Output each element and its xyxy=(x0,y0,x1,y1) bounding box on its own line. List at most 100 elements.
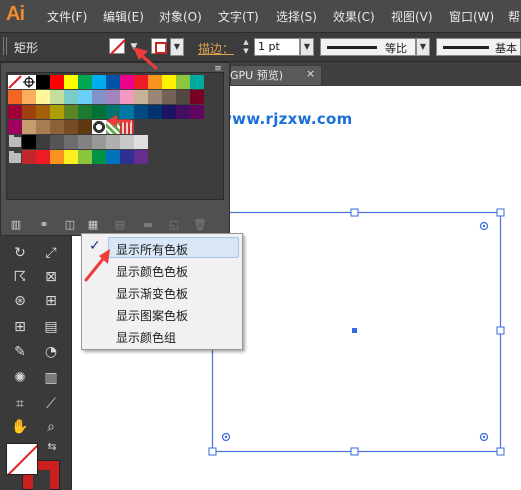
mesh-tool-icon[interactable]: ⊞ xyxy=(9,316,31,338)
stroke-weight-dropdown-icon[interactable]: ▼ xyxy=(300,38,314,56)
swatch-cell[interactable] xyxy=(22,120,36,134)
warp-tool-icon[interactable]: ☈ xyxy=(9,266,31,288)
pattern-swatch-cell[interactable] xyxy=(120,120,134,134)
swatch-cell[interactable] xyxy=(36,75,50,89)
menu-item-show-color-groups[interactable]: 显示颜色组 xyxy=(116,329,176,346)
swatch-cell[interactable] xyxy=(134,90,148,104)
selected-rectangle[interactable] xyxy=(205,205,517,460)
swatch-cell[interactable] xyxy=(22,90,36,104)
place-swatches-icon[interactable]: ◫ xyxy=(62,218,78,232)
swatch-cell[interactable] xyxy=(190,90,204,104)
swatch-cell[interactable] xyxy=(36,150,50,164)
swatch-cell[interactable] xyxy=(106,105,120,119)
swatch-cell[interactable] xyxy=(50,135,64,149)
stroke-weight-stepper-icon[interactable]: ▲ ▼ xyxy=(241,38,251,56)
swatch-cell[interactable] xyxy=(8,105,22,119)
menu-type[interactable]: 文字(T) xyxy=(218,8,259,25)
menu-file[interactable]: 文件(F) xyxy=(47,8,87,25)
swatch-cell[interactable] xyxy=(50,105,64,119)
swatch-cell[interactable] xyxy=(50,75,64,89)
swatch-cell[interactable] xyxy=(78,135,92,149)
swatch-cell[interactable] xyxy=(8,90,22,104)
swatch-cell[interactable] xyxy=(36,90,50,104)
swatch-cell[interactable] xyxy=(22,105,36,119)
show-swatch-kinds-icon[interactable]: ▦ xyxy=(85,218,101,232)
slice-tool-icon[interactable]: ⟋ xyxy=(40,393,62,415)
swatch-cell[interactable] xyxy=(92,135,106,149)
swatch-cell[interactable] xyxy=(134,105,148,119)
add-to-library-icon[interactable]: ⚭ xyxy=(36,218,52,232)
swatch-cell[interactable] xyxy=(36,120,50,134)
swatch-group-folder-icon[interactable] xyxy=(9,151,21,163)
swatch-cell[interactable] xyxy=(64,90,78,104)
swatch-cell[interactable] xyxy=(120,90,134,104)
menu-item-show-gradient-swatches[interactable]: 显示渐变色板 xyxy=(116,285,188,302)
swatch-cell[interactable] xyxy=(134,150,148,164)
registration-swatch-icon[interactable] xyxy=(22,75,36,89)
swatch-cell[interactable] xyxy=(120,75,134,89)
blend-tool-icon[interactable]: ◔ xyxy=(40,341,62,363)
menu-object[interactable]: 对象(O) xyxy=(159,8,202,25)
stroke-profile-dropdown-icon[interactable]: ▼ xyxy=(416,38,430,56)
swatch-cell[interactable] xyxy=(162,75,176,89)
stroke-dropdown-arrow-icon[interactable]: ▼ xyxy=(170,38,184,56)
swatch-cell[interactable] xyxy=(162,105,176,119)
swatch-cell[interactable] xyxy=(176,90,190,104)
pattern-swatch-cell[interactable] xyxy=(106,120,120,134)
symbol-sprayer-tool-icon[interactable]: ✺ xyxy=(9,367,31,389)
swatch-cell[interactable] xyxy=(36,135,50,149)
swatch-cell[interactable] xyxy=(22,135,36,149)
none-swatch-icon[interactable] xyxy=(8,75,22,89)
menu-effect[interactable]: 效果(C) xyxy=(333,8,375,25)
menu-item-show-all-swatches[interactable]: 显示所有色板 xyxy=(116,241,188,258)
eyedropper-tool-icon[interactable]: ✎ xyxy=(9,341,31,363)
swatch-cell[interactable] xyxy=(106,135,120,149)
swatch-cell[interactable] xyxy=(176,75,190,89)
artboard-tool-icon[interactable]: ⌗ xyxy=(9,393,31,415)
stroke-label[interactable]: 描边： xyxy=(198,40,234,57)
swatch-cell[interactable] xyxy=(190,105,204,119)
swatch-options-icon[interactable]: ▤ xyxy=(112,218,128,232)
swatch-libraries-icon[interactable]: ▥ xyxy=(8,218,24,232)
grip-handle[interactable] xyxy=(3,37,9,55)
pattern-swatch-cell[interactable] xyxy=(92,120,106,134)
swatch-cell[interactable] xyxy=(78,150,92,164)
menu-view[interactable]: 视图(V) xyxy=(391,8,433,25)
shape-builder-tool-icon[interactable]: ⊛ xyxy=(9,290,31,312)
swatch-cell[interactable] xyxy=(106,75,120,89)
rotate-tool-icon[interactable]: ↻ xyxy=(9,242,31,264)
fill-swatch-button[interactable] xyxy=(109,38,126,55)
swatch-cell[interactable] xyxy=(50,120,64,134)
delete-swatch-icon[interactable]: 🗑 xyxy=(192,218,208,232)
swatch-cell[interactable] xyxy=(64,75,78,89)
swatch-cell[interactable] xyxy=(106,90,120,104)
document-tab-close-icon[interactable]: × xyxy=(306,67,315,80)
swatch-cell[interactable] xyxy=(106,150,120,164)
fill-color-box[interactable] xyxy=(6,443,38,475)
menu-help[interactable]: 帮 xyxy=(508,8,520,25)
column-graph-tool-icon[interactable]: ▥ xyxy=(40,367,62,389)
swatch-cell[interactable] xyxy=(92,105,106,119)
swatch-cell[interactable] xyxy=(134,75,148,89)
perspective-grid-tool-icon[interactable]: ⊞ xyxy=(40,290,62,312)
swatch-cell[interactable] xyxy=(148,90,162,104)
hand-tool-icon[interactable]: ✋ xyxy=(9,416,31,438)
swatch-cell[interactable] xyxy=(78,105,92,119)
swatch-cell[interactable] xyxy=(148,105,162,119)
swatch-cell[interactable] xyxy=(120,105,134,119)
swatch-cell[interactable] xyxy=(8,120,22,134)
swatch-cell[interactable] xyxy=(22,150,36,164)
swatch-cell[interactable] xyxy=(50,90,64,104)
swap-fill-stroke-icon[interactable]: ⇆ xyxy=(44,440,60,454)
swatch-cell[interactable] xyxy=(78,90,92,104)
swatch-cell[interactable] xyxy=(148,75,162,89)
swatch-cell[interactable] xyxy=(92,90,106,104)
stroke-swatch-button[interactable] xyxy=(151,38,167,54)
menu-window[interactable]: 窗口(W) xyxy=(449,8,494,25)
swatch-cell[interactable] xyxy=(64,135,78,149)
gradient-tool-icon[interactable]: ▤ xyxy=(40,316,62,338)
swatch-cell[interactable] xyxy=(64,105,78,119)
fill-dropdown-arrow-icon[interactable]: ▼ xyxy=(129,38,139,56)
swatch-cell[interactable] xyxy=(162,90,176,104)
menu-item-show-color-swatches[interactable]: 显示颜色色板 xyxy=(116,263,188,280)
